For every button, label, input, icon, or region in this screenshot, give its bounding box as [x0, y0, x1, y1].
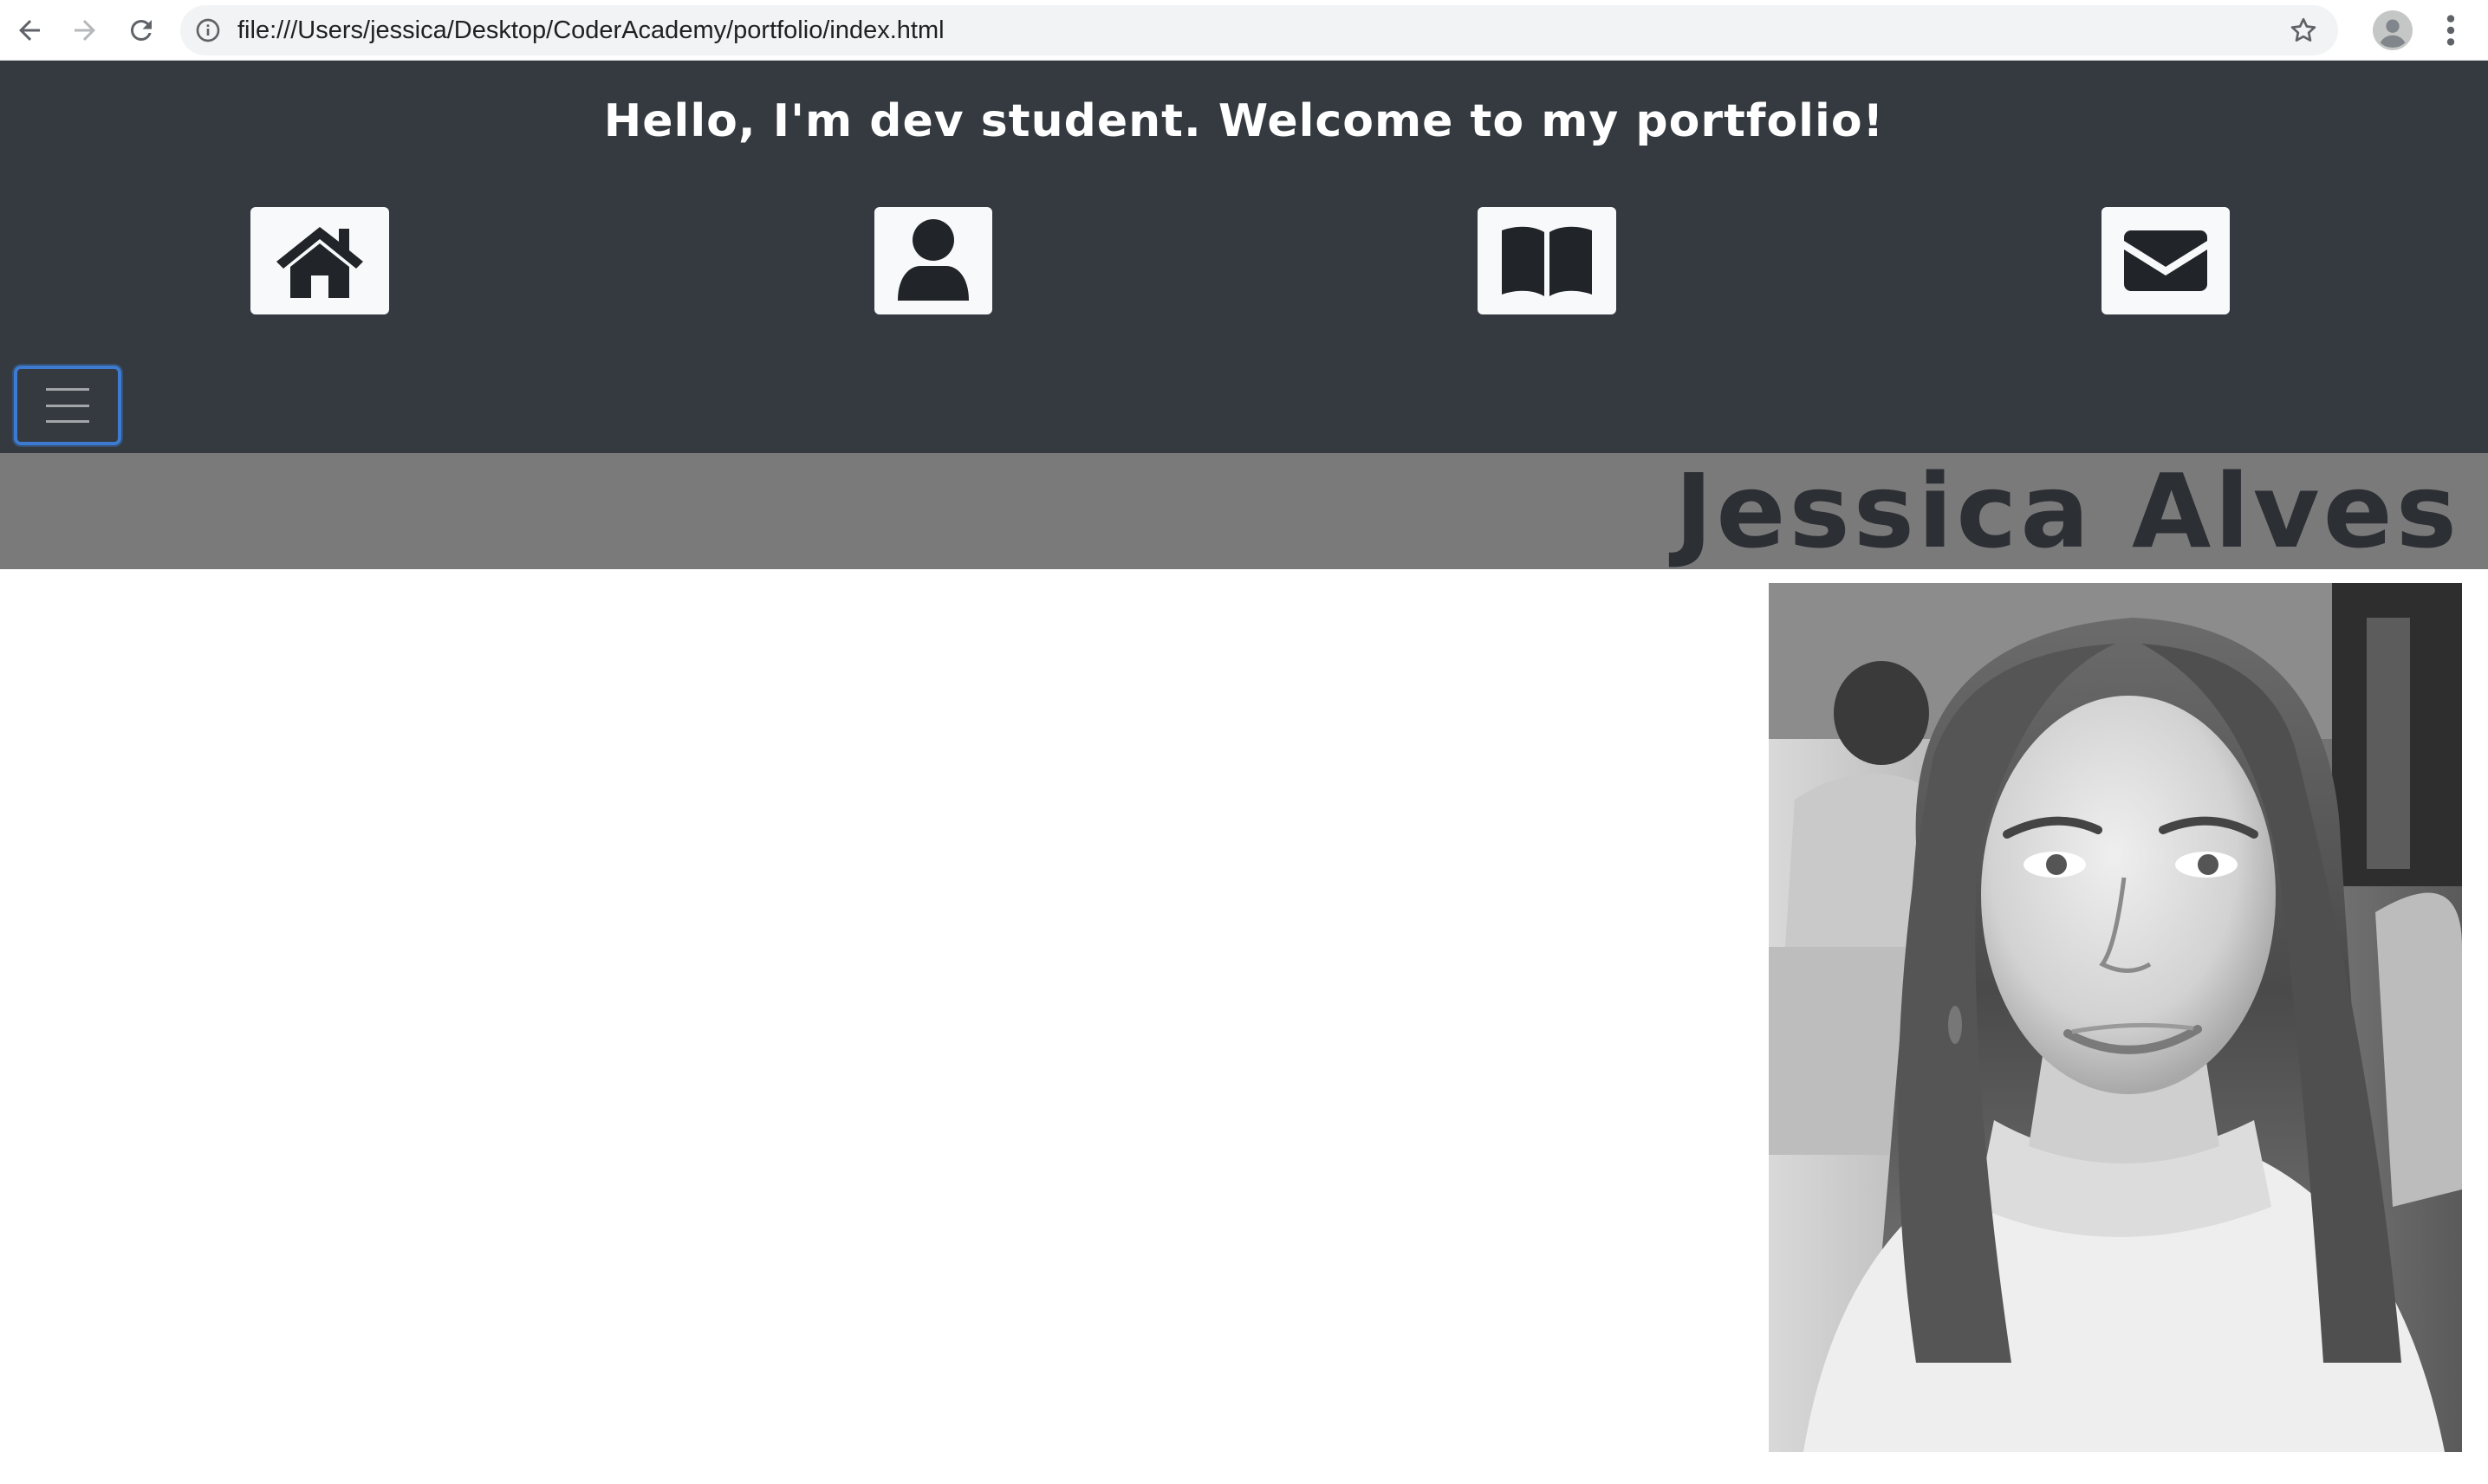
forward-arrow-icon: [75, 20, 95, 41]
greeting-heading: Hello, I'm dev student. Welcome to my po…: [603, 95, 1885, 147]
reload-button[interactable]: [120, 10, 162, 51]
forward-button[interactable]: [64, 10, 106, 51]
book-icon: [1502, 226, 1592, 296]
browser-toolbar: file:///Users/jessica/Desktop/CoderAcade…: [0, 0, 2488, 61]
site-header: Hello, I'm dev student. Welcome to my po…: [0, 61, 2488, 453]
navbar-toggler-button[interactable]: [14, 366, 121, 445]
portrait-image: [1769, 583, 2462, 1452]
reload-icon: [130, 19, 152, 41]
owner-name: Jessica Alves: [1674, 451, 2460, 571]
name-banner: Jessica Alves: [0, 453, 2488, 569]
projects-link[interactable]: [1478, 207, 1616, 314]
address-bar[interactable]: file:///Users/jessica/Desktop/CoderAcade…: [180, 5, 2338, 55]
contact-link[interactable]: [2101, 207, 2230, 314]
kebab-menu-icon[interactable]: [2433, 10, 2468, 50]
profile-photo: [1769, 583, 2462, 1452]
hamburger-menu-icon: [46, 388, 89, 423]
back-arrow-icon: [19, 20, 40, 41]
star-icon[interactable]: [2288, 15, 2319, 46]
back-button[interactable]: [9, 10, 50, 51]
profile-avatar-icon[interactable]: [2373, 10, 2413, 50]
about-link[interactable]: [874, 207, 992, 314]
user-icon: [898, 219, 969, 301]
home-link[interactable]: [250, 207, 389, 314]
envelope-icon: [2124, 230, 2207, 291]
info-icon[interactable]: [194, 16, 222, 44]
url-text[interactable]: file:///Users/jessica/Desktop/CoderAcade…: [237, 5, 945, 55]
home-icon: [276, 227, 363, 298]
